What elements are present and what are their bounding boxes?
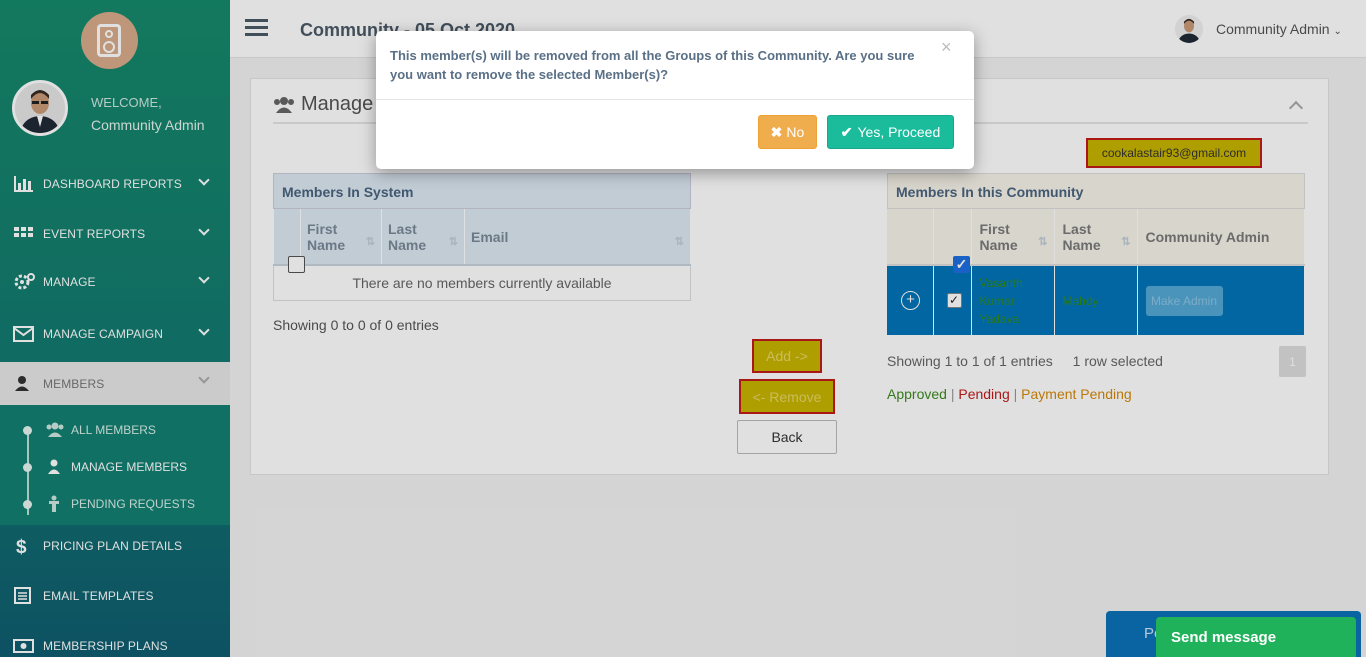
yes-button-label: Yes, Proceed bbox=[857, 124, 941, 140]
no-button[interactable]: ✖ No bbox=[758, 115, 817, 149]
check-icon: ✔ bbox=[840, 123, 853, 140]
yes-proceed-button[interactable]: ✔ Yes, Proceed bbox=[827, 115, 954, 149]
dialog-message: This member(s) will be removed from all … bbox=[390, 48, 915, 82]
no-button-label: No bbox=[786, 124, 805, 140]
send-message-button[interactable]: Send message bbox=[1156, 617, 1356, 657]
close-icon[interactable]: × bbox=[941, 37, 952, 58]
close-icon: ✖ bbox=[770, 123, 783, 140]
divider bbox=[376, 99, 974, 100]
confirm-remove-dialog: This member(s) will be removed from all … bbox=[376, 31, 974, 169]
